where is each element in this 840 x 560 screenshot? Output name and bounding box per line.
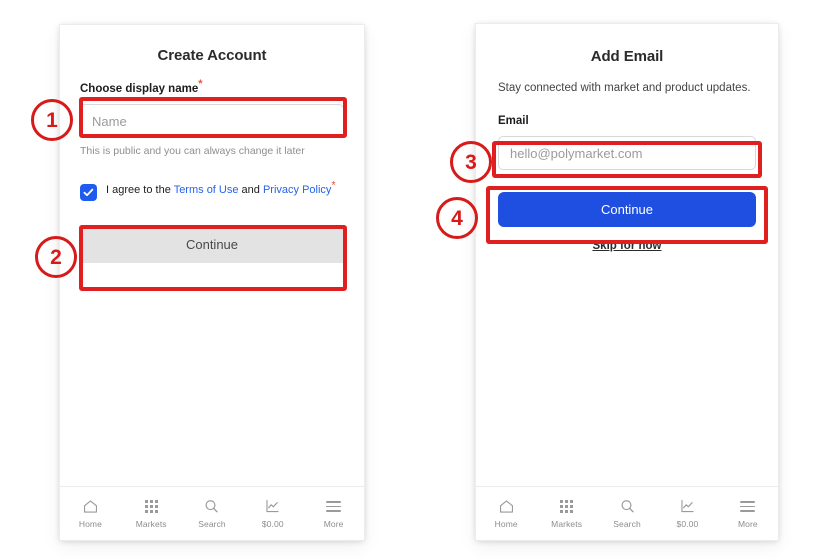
nav-label-more: More [323, 519, 344, 529]
nav-label-portfolio: $0.00 [261, 519, 284, 529]
display-name-helper-text: This is public and you can always change… [80, 145, 305, 157]
privacy-policy-link[interactable]: Privacy Policy [263, 184, 331, 196]
nav-item-portfolio[interactable]: $0.00 [242, 498, 303, 529]
required-asterisk-2: * [331, 179, 336, 192]
menu-icon-2 [740, 498, 756, 515]
bottom-nav-left: Home Markets Search $0.00 More [60, 486, 364, 540]
agree-middle: and [238, 184, 263, 196]
nav-label-markets: Markets [135, 519, 167, 529]
add-email-subtitle: Stay connected with market and product u… [498, 82, 751, 94]
grid-icon-2 [560, 498, 574, 515]
email-input[interactable]: hello@polymarket.com [498, 136, 756, 171]
grid-icon [144, 498, 158, 515]
menu-icon [326, 498, 342, 515]
home-icon-2 [498, 498, 515, 515]
page-title: Create Account [157, 47, 267, 64]
display-name-input[interactable]: Name [80, 104, 344, 138]
nav-label-markets-2: Markets [551, 519, 583, 529]
home-icon [82, 498, 99, 515]
nav-label-home: Home [78, 519, 102, 529]
email-placeholder: hello@polymarket.com [510, 145, 643, 161]
chart-icon-2 [679, 498, 696, 515]
chart-icon [264, 498, 281, 515]
step-marker-2: 2 [35, 236, 77, 278]
skip-for-now-link[interactable]: Skip for now [498, 240, 756, 252]
page-title-2: Add Email [590, 48, 664, 65]
nav-item-home-2[interactable]: Home [476, 498, 536, 529]
terms-checkbox[interactable] [80, 184, 97, 201]
nav-item-more[interactable]: More [303, 498, 364, 529]
email-label: Email [498, 115, 529, 128]
nav-item-portfolio-2[interactable]: $0.00 [657, 498, 717, 529]
display-name-placeholder: Name [92, 113, 127, 129]
terms-of-use-link[interactable]: Terms of Use [174, 184, 239, 196]
nav-item-markets[interactable]: Markets [121, 498, 182, 529]
nav-item-search-2[interactable]: Search [597, 498, 657, 529]
nav-item-more-2[interactable]: More [718, 498, 778, 529]
display-name-label: Choose display name* [80, 79, 344, 95]
terms-agreement-text: I agree to the Terms of Use and Privacy … [106, 180, 336, 197]
nav-item-markets-2[interactable]: Markets [536, 498, 596, 529]
create-account-screen: Create Account Choose display name* Name… [60, 25, 364, 540]
nav-item-home[interactable]: Home [60, 498, 121, 529]
create-account-screen-body: Create Account Choose display name* Name… [60, 25, 364, 487]
bottom-nav-right: Home Markets Search $0.00 More [476, 486, 778, 540]
check-icon [83, 188, 94, 197]
step-marker-3: 3 [450, 141, 492, 183]
nav-label-search-2: Search [613, 519, 641, 529]
display-name-label-text: Choose display name [80, 83, 199, 95]
nav-item-search[interactable]: Search [182, 498, 243, 529]
nav-label-portfolio-2: $0.00 [676, 519, 699, 529]
step-marker-1: 1 [31, 99, 73, 141]
add-email-screen-body: Add Email Stay connected with market and… [476, 24, 778, 487]
add-email-continue-label: Continue [600, 202, 654, 218]
create-account-continue-label: Continue [185, 237, 239, 252]
search-icon [203, 498, 220, 515]
add-email-continue-button[interactable]: Continue [498, 192, 756, 228]
nav-label-home-2: Home [494, 519, 518, 529]
terms-agreement-row[interactable]: I agree to the Terms of Use and Privacy … [80, 180, 344, 201]
required-asterisk: * [198, 78, 203, 91]
search-icon-2 [619, 498, 636, 515]
create-account-form: Choose display name* Name This is public… [80, 79, 344, 263]
add-email-screen: Add Email Stay connected with market and… [476, 24, 778, 540]
nav-label-more-2: More [737, 519, 758, 529]
create-account-continue-button[interactable]: Continue [80, 226, 344, 263]
annotated-screenshot-stage: Create Account Choose display name* Name… [0, 0, 840, 560]
nav-label-search: Search [198, 519, 226, 529]
add-email-form: Stay connected with market and product u… [498, 80, 756, 252]
step-marker-4: 4 [436, 197, 478, 239]
agree-prefix: I agree to the [106, 184, 174, 196]
